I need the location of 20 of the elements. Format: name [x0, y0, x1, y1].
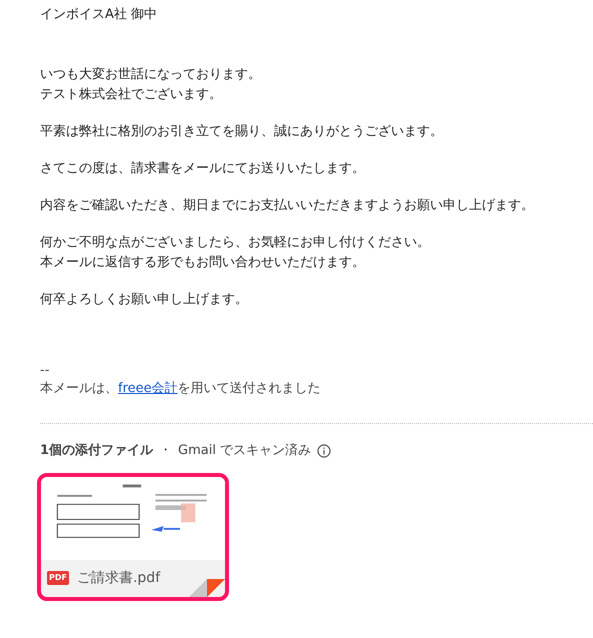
pdf-badge: PDF [47, 571, 69, 585]
info-icon[interactable] [317, 444, 332, 458]
signature-text: 本メールは、freee会計を用いて送付されました [40, 380, 322, 398]
corner-fold-icon [189, 576, 225, 596]
link[interactable]: freee会計 [118, 381, 178, 396]
attachment-count: 1個の添付ファイル [40, 442, 154, 460]
greeting: インボイスA社 御中 [40, 6, 158, 24]
body-text: いつも大変お世話になっております。 [40, 66, 262, 84]
body-text: 何かご不明な点がございましたら、お気軽にお申し付けください。 [40, 234, 431, 252]
attachment-filename: ご請求書.pdf [76, 568, 160, 588]
signature-separator: -- [40, 362, 50, 380]
body-text: 何卒よろしくお願い申し上げます。 [40, 291, 249, 309]
separator-dot: ・ [159, 442, 172, 460]
body-text: 平素は弊社に格別のお引き立てを賜り、誠にありがとうございます。 [40, 123, 444, 141]
body-text: さてこの度は、請求書をメールにてお送りいたします。 [40, 160, 366, 178]
scan-status: Gmail でスキャン済み [178, 442, 312, 460]
body-text: 内容をご確認いただき、期日までにお支払いいただきますようお願い申し上げます。 [40, 197, 535, 215]
body-text: 本メールに返信する形でもお問い合わせいただけます。 [40, 254, 366, 272]
attachment-card[interactable]: PDF ご請求書.pdf [37, 472, 229, 600]
body-text: テスト株式会社でございます。 [40, 86, 223, 104]
